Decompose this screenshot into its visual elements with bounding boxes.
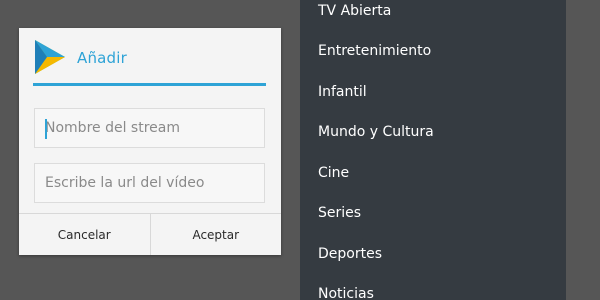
dialog-title: Añadir xyxy=(77,49,128,67)
add-stream-dialog: Añadir Cancelar Aceptar xyxy=(19,28,281,255)
menu-item-series[interactable]: Series xyxy=(318,205,361,221)
menu-item-infantil[interactable]: Infantil xyxy=(318,84,367,100)
stream-name-input[interactable] xyxy=(35,109,264,147)
category-menu: TV Abierta Entretenimiento Infantil Mund… xyxy=(300,0,566,300)
menu-item-noticias[interactable]: Noticias xyxy=(318,286,374,300)
menu-item-entretenimiento[interactable]: Entretenimiento xyxy=(318,43,431,59)
menu-item-mundo-y-cultura[interactable]: Mundo y Cultura xyxy=(318,124,434,140)
video-url-field[interactable] xyxy=(34,163,265,203)
video-url-input[interactable] xyxy=(35,164,264,202)
play-logo-icon xyxy=(35,40,65,74)
title-divider xyxy=(33,83,266,86)
menu-item-tv-abierta[interactable]: TV Abierta xyxy=(318,3,391,19)
screen: Añadir Cancelar Aceptar TV Abierta Entre… xyxy=(0,0,600,300)
dialog-header: Añadir xyxy=(19,28,281,84)
menu-item-cine[interactable]: Cine xyxy=(318,165,349,181)
stream-name-field[interactable] xyxy=(34,108,265,148)
menu-item-deportes[interactable]: Deportes xyxy=(318,246,382,262)
accept-button[interactable]: Aceptar xyxy=(149,214,282,255)
dialog-button-bar: Cancelar Aceptar xyxy=(19,213,281,255)
cancel-button[interactable]: Cancelar xyxy=(19,214,150,255)
